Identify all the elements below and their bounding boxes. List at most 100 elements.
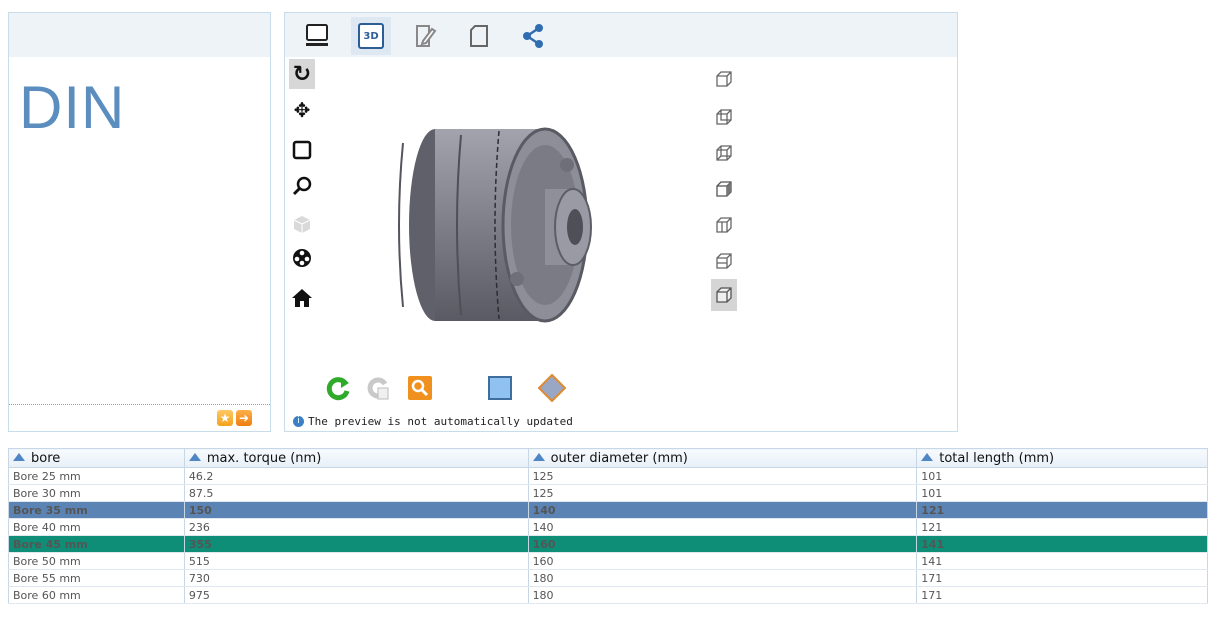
cell-torque: 730 <box>183 569 529 587</box>
view-left-button[interactable] <box>711 137 737 169</box>
cell-total-length: 141 <box>916 535 1208 553</box>
view-bottom-button[interactable] <box>711 245 737 277</box>
cell-bore: Bore 50 mm <box>8 552 185 570</box>
background-button[interactable] <box>485 373 515 403</box>
column-header-torque[interactable]: max. torque (nm) <box>183 448 529 468</box>
table-row[interactable]: Bore 50 mm 515 160 141 <box>8 552 1208 570</box>
view-back-icon <box>716 109 732 125</box>
left-panel-header <box>9 13 270 57</box>
sort-ascending-icon <box>188 452 201 461</box>
preview-zoom-button[interactable] <box>405 373 435 403</box>
zoom-window-tool[interactable] <box>289 135 315 165</box>
home-tool[interactable] <box>289 283 315 313</box>
view-front-icon <box>716 71 732 87</box>
pan-icon: ✥ <box>293 98 311 122</box>
orbit-reel-icon <box>293 249 311 267</box>
pan-tool[interactable]: ✥ <box>289 95 315 125</box>
view-left-icon <box>716 145 732 161</box>
refresh-icon <box>326 377 350 401</box>
cell-bore: Bore 60 mm <box>8 586 185 604</box>
cell-bore: Bore 40 mm <box>8 518 185 536</box>
cell-total-length: 101 <box>916 484 1208 502</box>
refresh-button[interactable] <box>323 373 353 403</box>
view-iso-button[interactable] <box>711 279 737 311</box>
blank-document-icon <box>470 25 488 47</box>
3d-icon: 3D <box>358 23 384 49</box>
sort-ascending-icon <box>532 452 545 461</box>
results-table: bore max. torque (nm) outer diameter (mm… <box>8 448 1208 604</box>
cell-outer-diameter: 140 <box>527 518 918 536</box>
table-row[interactable]: Bore 25 mm 46.2 125 101 <box>8 467 1208 485</box>
table-row[interactable]: Bore 60 mm 975 180 171 <box>8 586 1208 604</box>
home-icon <box>292 289 312 307</box>
next-arrow-icon[interactable]: ➜ <box>236 410 252 426</box>
view-front-button[interactable] <box>711 63 737 95</box>
material-button[interactable] <box>537 373 567 403</box>
cell-total-length: 171 <box>916 586 1208 604</box>
shade-tool[interactable] <box>289 209 315 239</box>
view-bottom-icon <box>716 253 732 269</box>
preview-note-text: The preview is not automatically updated <box>308 415 573 428</box>
favorite-star-icon[interactable]: ★ <box>217 410 233 426</box>
cell-torque: 150 <box>183 501 529 519</box>
cell-total-length: 121 <box>916 518 1208 536</box>
left-panel-footer: ★ ➜ <box>9 404 270 431</box>
cell-outer-diameter: 125 <box>527 467 918 485</box>
edit-document-icon <box>416 25 437 47</box>
cell-total-length: 121 <box>916 501 1208 519</box>
sort-ascending-icon <box>921 452 934 461</box>
left-panel: DIN ★ ➜ <box>8 12 271 432</box>
cell-outer-diameter: 180 <box>527 586 918 604</box>
cell-outer-diameter: 125 <box>527 484 918 502</box>
view-back-button[interactable] <box>711 101 737 133</box>
share-icon <box>523 24 543 48</box>
column-header-bore[interactable]: bore <box>8 448 185 468</box>
tab-share[interactable] <box>513 17 553 55</box>
tab-3d[interactable]: 3D <box>351 17 391 55</box>
tab-monitor[interactable] <box>297 17 337 55</box>
cell-torque: 355 <box>183 535 529 553</box>
view-right-button[interactable] <box>711 173 737 205</box>
view-iso-icon <box>716 287 732 303</box>
refresh-disabled-button[interactable] <box>363 373 393 403</box>
zoom-icon <box>292 176 312 196</box>
cell-outer-diameter: 140 <box>527 501 918 519</box>
preview-note: i The preview is not automatically updat… <box>293 415 573 428</box>
cell-outer-diameter: 160 <box>527 535 918 553</box>
table-header-row: bore max. torque (nm) outer diameter (mm… <box>8 448 1208 468</box>
table-row[interactable]: Bore 30 mm 87.5 125 101 <box>8 484 1208 502</box>
sort-ascending-icon <box>13 452 25 461</box>
view-top-button[interactable] <box>711 209 737 241</box>
cell-bore: Bore 45 mm <box>8 535 185 553</box>
blue-square-icon <box>488 376 512 400</box>
view-top-icon <box>716 217 732 233</box>
standard-title: DIN <box>19 74 126 141</box>
tab-edit[interactable] <box>405 17 445 55</box>
cell-torque: 46.2 <box>183 467 529 485</box>
orbit-tool[interactable] <box>289 243 315 273</box>
cell-bore: Bore 25 mm <box>8 467 185 485</box>
cell-torque: 87.5 <box>183 484 529 502</box>
cell-bore: Bore 30 mm <box>8 484 185 502</box>
table-row[interactable]: Bore 40 mm 236 140 121 <box>8 518 1208 536</box>
cell-torque: 515 <box>183 552 529 570</box>
shade-cube-icon <box>293 216 311 233</box>
zoom-tool[interactable] <box>289 171 315 201</box>
info-icon: i <box>293 416 304 427</box>
cell-total-length: 101 <box>916 467 1208 485</box>
rotate-tool[interactable]: ↻ <box>289 59 315 89</box>
diamond-icon <box>537 373 567 403</box>
table-row-selected[interactable]: Bore 35 mm 150 140 121 <box>8 501 1208 519</box>
cell-outer-diameter: 180 <box>527 569 918 587</box>
cell-total-length: 171 <box>916 569 1208 587</box>
table-row-highlighted[interactable]: Bore 45 mm 355 160 141 <box>8 535 1208 553</box>
cell-torque: 975 <box>183 586 529 604</box>
column-header-total-length[interactable]: total length (mm) <box>916 448 1208 468</box>
rotate-icon: ↻ <box>292 61 312 87</box>
tab-document[interactable] <box>459 17 499 55</box>
column-header-outer-diameter[interactable]: outer diameter (mm) <box>527 448 918 468</box>
viewer-panel: 3D ↻ ✥ i The preview is not automaticall… <box>284 12 958 432</box>
table-row[interactable]: Bore 55 mm 730 180 171 <box>8 569 1208 587</box>
orange-zoom-icon <box>408 376 432 400</box>
refresh-document-icon <box>367 377 389 400</box>
